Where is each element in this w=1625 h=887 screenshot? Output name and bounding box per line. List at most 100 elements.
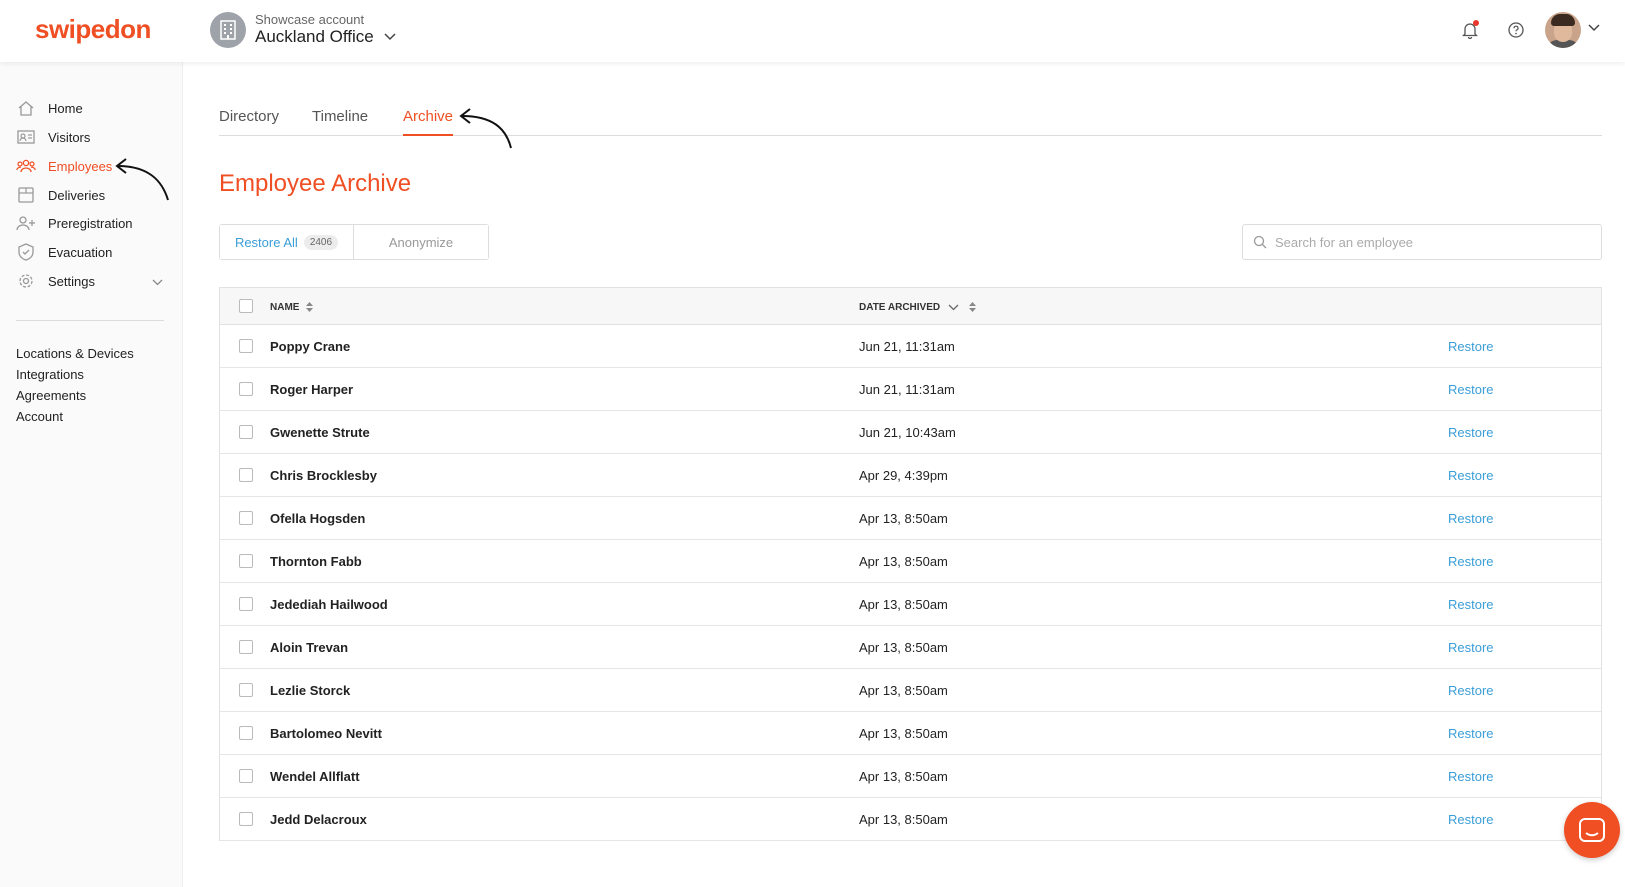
row-checkbox[interactable] <box>239 554 253 568</box>
restore-all-label: Restore All <box>234 234 298 250</box>
date-archived: Apr 13, 8:50am <box>859 640 948 655</box>
sidebar-link-integrations[interactable]: Integrations <box>16 367 84 382</box>
sidebar-item-deliveries[interactable]: Deliveries <box>16 183 105 207</box>
table-row: Gwenette Strute Jun 21, 10:43am Restore <box>220 411 1601 454</box>
restore-link[interactable]: Restore <box>1448 726 1494 741</box>
sort-icon <box>969 302 977 312</box>
employees-icon <box>16 156 36 176</box>
search-input[interactable] <box>1275 234 1585 250</box>
employee-name: Thornton Fabb <box>270 554 362 569</box>
sidebar-link-locations-devices[interactable]: Locations & Devices <box>16 346 134 361</box>
sidebar-item-visitors[interactable]: Visitors <box>16 125 90 149</box>
employee-name: Jedd Delacroux <box>270 812 367 827</box>
table-header: NAME DATE ARCHIVED <box>220 288 1601 325</box>
employee-name: Lezlie Storck <box>270 683 351 698</box>
restore-link[interactable]: Restore <box>1448 769 1494 784</box>
sidebar-item-home[interactable]: Home <box>16 96 83 120</box>
tab-directory[interactable]: Directory <box>219 108 279 134</box>
tab-archive[interactable]: Archive <box>403 108 454 136</box>
table-row: Poppy Crane Jun 21, 11:31am Restore <box>220 325 1601 368</box>
row-checkbox[interactable] <box>239 640 253 654</box>
chevron-down-icon[interactable] <box>384 33 396 41</box>
date-archived: Apr 13, 8:50am <box>859 726 948 741</box>
employee-name: Roger Harper <box>270 382 354 397</box>
row-checkbox[interactable] <box>239 511 253 525</box>
table-body: Poppy Crane Jun 21, 11:31am Restore Roger H… <box>220 325 1601 841</box>
restore-link[interactable]: Restore <box>1448 468 1494 483</box>
search-icon <box>1253 235 1267 249</box>
annotation-arrow <box>115 158 169 201</box>
bell-icon[interactable] <box>1460 20 1480 40</box>
table-row: Lezlie Storck Apr 13, 8:50am Restore <box>220 669 1601 712</box>
table-row: Ofella Hogsden Apr 13, 8:50am Restore <box>220 497 1601 540</box>
name-column-label: NAME <box>270 301 300 313</box>
chevron-down-icon[interactable] <box>152 279 163 286</box>
restore-link[interactable]: Restore <box>1448 511 1494 526</box>
restore-link[interactable]: Restore <box>1448 425 1494 440</box>
date-archived: Apr 29, 4:39pm <box>859 468 948 483</box>
help-icon[interactable] <box>1506 20 1526 40</box>
table-row: Bartolomeo Nevitt Apr 13, 8:50am Restore <box>220 712 1601 755</box>
date-archived: Apr 13, 8:50am <box>859 769 948 784</box>
chevron-down-icon <box>948 304 959 310</box>
row-checkbox[interactable] <box>239 812 253 826</box>
date-archived-column-header[interactable]: DATE ARCHIVED <box>859 301 977 313</box>
row-checkbox[interactable] <box>239 468 253 482</box>
account-label: Showcase account <box>255 12 365 27</box>
table-row: Wendel Allflatt Apr 13, 8:50am Restore <box>220 755 1601 798</box>
swipedon-logo[interactable]: swipedon <box>35 14 151 45</box>
sidebar-item-label: Home <box>48 100 83 116</box>
sidebar-item-preregistration[interactable]: Preregistration <box>16 211 133 235</box>
chat-icon <box>1579 818 1605 842</box>
employee-name: Chris Brocklesby <box>270 468 377 483</box>
restore-link[interactable]: Restore <box>1448 554 1494 569</box>
restore-link[interactable]: Restore <box>1448 339 1494 354</box>
tab-timeline[interactable]: Timeline <box>312 108 368 134</box>
date-archived: Apr 13, 8:50am <box>859 597 948 612</box>
table-row: Thornton Fabb Apr 13, 8:50am Restore <box>220 540 1601 583</box>
shield-icon <box>16 242 36 262</box>
restore-link[interactable]: Restore <box>1448 640 1494 655</box>
chevron-down-icon[interactable] <box>1588 24 1600 32</box>
restore-link[interactable]: Restore <box>1448 812 1494 827</box>
restore-link[interactable]: Restore <box>1448 382 1494 397</box>
restore-link[interactable]: Restore <box>1448 597 1494 612</box>
date-archived: Jun 21, 11:31am <box>859 339 955 354</box>
table-row: Chris Brocklesby Apr 29, 4:39pm Restore <box>220 454 1601 497</box>
add-user-icon <box>16 213 36 233</box>
building-icon <box>210 12 246 48</box>
restore-link[interactable]: Restore <box>1448 683 1494 698</box>
employee-name: Ofella Hogsden <box>270 511 366 526</box>
user-avatar[interactable] <box>1545 12 1581 48</box>
row-checkbox[interactable] <box>239 339 253 353</box>
search-box <box>1242 224 1602 260</box>
annotation-arrow <box>459 108 512 149</box>
row-checkbox[interactable] <box>239 683 253 697</box>
sidebar-link-account[interactable]: Account <box>16 409 63 424</box>
sidebar-item-settings[interactable]: Settings <box>16 269 95 293</box>
sidebar-item-evacuation[interactable]: Evacuation <box>16 240 112 264</box>
date-column-label: DATE ARCHIVED <box>859 301 941 313</box>
location-selector[interactable]: Auckland Office <box>255 27 374 47</box>
page-title: Employee Archive <box>219 170 412 197</box>
sidebar-item-label: Preregistration <box>48 215 133 231</box>
row-checkbox[interactable] <box>239 597 253 611</box>
row-checkbox[interactable] <box>239 726 253 740</box>
anonymize-button[interactable]: Anonymize <box>354 225 488 259</box>
row-checkbox[interactable] <box>239 769 253 783</box>
table-row: Aloin Trevan Apr 13, 8:50am Restore <box>220 626 1601 669</box>
date-archived: Apr 13, 8:50am <box>859 812 948 827</box>
top-bar: swipedon Showcase account Auckland Offic… <box>0 0 1625 62</box>
restore-all-button[interactable]: Restore All 2406 <box>220 225 354 259</box>
employee-name: Gwenette Strute <box>270 425 370 440</box>
date-archived: Apr 13, 8:50am <box>859 554 948 569</box>
date-archived: Jun 21, 10:43am <box>859 425 956 440</box>
chat-launcher-button[interactable] <box>1564 802 1620 858</box>
sidebar-link-agreements[interactable]: Agreements <box>16 388 86 403</box>
employee-name: Poppy Crane <box>270 339 351 354</box>
row-checkbox[interactable] <box>239 425 253 439</box>
sidebar-item-employees[interactable]: Employees <box>16 154 112 178</box>
name-column-header[interactable]: NAME <box>270 301 314 313</box>
row-checkbox[interactable] <box>239 382 253 396</box>
select-all-checkbox[interactable] <box>239 299 253 313</box>
